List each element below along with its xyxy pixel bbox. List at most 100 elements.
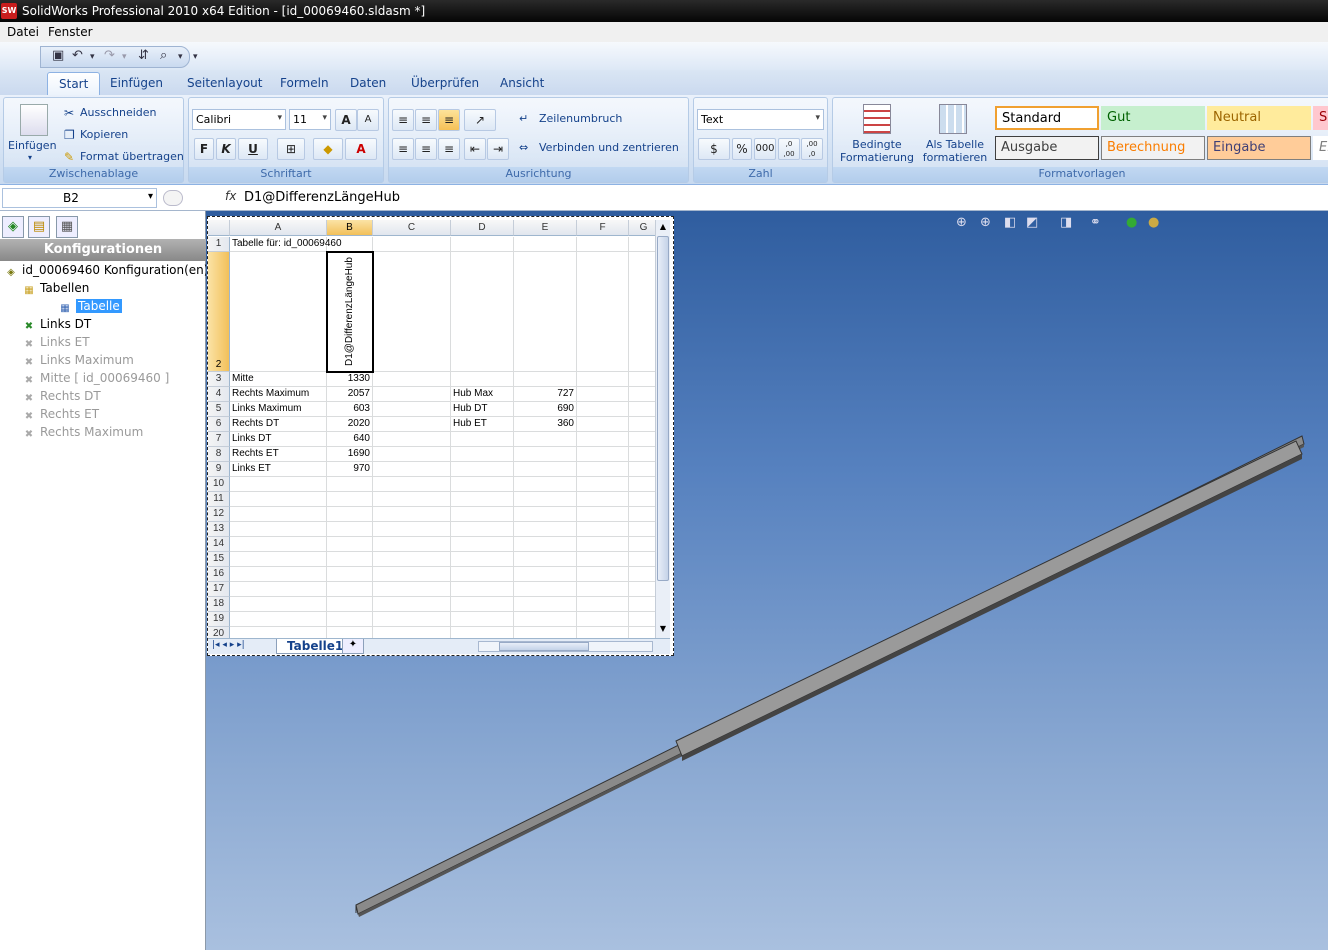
sheet-cell[interactable]: Tabelle für: id_00069460 [230, 237, 342, 252]
thousands-button[interactable]: 000 [754, 138, 776, 160]
tab-einfuegen[interactable]: Einfügen [110, 76, 163, 90]
decrease-decimal-button[interactable]: ,00 ,0 [801, 138, 823, 160]
tree-item[interactable]: ✖ Rechts ET [22, 407, 99, 423]
sheet-cell[interactable] [629, 372, 655, 387]
feature-manager-tab-icon[interactable]: ◈ [2, 216, 24, 238]
sheet-cell[interactable]: Rechts DT [230, 417, 327, 432]
column-header[interactable]: A [230, 220, 327, 236]
formula-input[interactable]: D1@DifferenzLängeHub [244, 190, 400, 205]
tab-start[interactable]: Start [47, 72, 101, 97]
scroll-up-icon[interactable]: ▲ [657, 222, 669, 232]
redo-dropdown-icon[interactable]: ▾ [122, 52, 127, 62]
sheet-cell[interactable] [373, 522, 451, 537]
sheet-cell[interactable] [373, 582, 451, 597]
row-header[interactable]: 4 [208, 387, 230, 402]
sheet-cell[interactable] [514, 492, 577, 507]
sheet-cell[interactable] [577, 372, 629, 387]
sort-icon[interactable]: ⇵ [138, 48, 149, 63]
sheet-cell[interactable] [629, 387, 655, 402]
style-berechnung[interactable]: Berechnung [1101, 136, 1205, 160]
paste-dropdown-icon[interactable]: ▾ [28, 153, 32, 162]
sheet-cell[interactable] [230, 252, 327, 372]
tab-ueberpruefen[interactable]: Überprüfen [411, 76, 479, 90]
row-header[interactable]: 19 [208, 612, 230, 627]
conditional-format-button[interactable]: Bedingte Formatierung [837, 138, 917, 164]
sheet-cell[interactable] [451, 522, 514, 537]
column-header[interactable]: D [451, 220, 514, 236]
horizontal-scroll-thumb[interactable] [499, 642, 589, 651]
fill-color-icon[interactable]: ◆ [313, 138, 343, 160]
sheet-cell[interactable] [451, 567, 514, 582]
tree-item[interactable]: ✖ Links ET [22, 335, 90, 351]
sheet-cell[interactable] [373, 567, 451, 582]
sheet-cell[interactable] [514, 237, 577, 252]
sheet-cell[interactable] [373, 597, 451, 612]
sheet-cell[interactable]: 640 [327, 432, 373, 447]
tree-item[interactable]: ▦ Tabelle [58, 299, 122, 315]
row-header[interactable]: 6 [208, 417, 230, 432]
redo-icon[interactable]: ↷ [104, 48, 115, 63]
tab-ansicht[interactable]: Ansicht [500, 76, 544, 90]
column-header[interactable]: G [629, 220, 655, 236]
align-middle-icon[interactable]: ≡ [415, 109, 437, 131]
font-name-select[interactable]: Calibri [192, 109, 286, 130]
row-header[interactable]: 16 [208, 567, 230, 582]
sheet-cell[interactable] [230, 567, 327, 582]
align-top-icon[interactable]: ≡ [392, 109, 414, 131]
increase-decimal-button[interactable]: ,0 ,00 [778, 138, 800, 160]
sheet-cell[interactable]: 2057 [327, 387, 373, 402]
embedded-spreadsheet[interactable]: A B C D E F G 1 Tabelle für: id_00069460 2 3 Mitte 1… [207, 216, 674, 656]
sheet-cell[interactable] [514, 552, 577, 567]
sheet-cell[interactable]: Links ET [230, 462, 327, 477]
sheet-cell[interactable] [629, 402, 655, 417]
sheet-cell[interactable] [451, 597, 514, 612]
copy-button[interactable]: Kopieren [80, 128, 128, 141]
sheet-cell[interactable] [514, 567, 577, 582]
grow-font-icon[interactable]: A [335, 109, 357, 131]
row-header[interactable]: 13 [208, 522, 230, 537]
sheet-cell[interactable]: Hub DT [451, 402, 514, 417]
property-manager-tab-icon[interactable]: ▤ [28, 216, 50, 238]
sheet-cell[interactable]: 2020 [327, 417, 373, 432]
sheet-cell[interactable] [230, 612, 327, 627]
align-center-icon[interactable]: ≡ [415, 138, 437, 160]
bold-button[interactable]: F [194, 138, 214, 160]
scroll-thumb[interactable] [657, 236, 669, 581]
sheet-cell[interactable] [451, 627, 514, 638]
sheet-cell[interactable] [373, 372, 451, 387]
sheet-cell[interactable] [514, 597, 577, 612]
tree-item[interactable]: ✖ Links Maximum [22, 353, 134, 369]
sheet-cell[interactable] [629, 237, 655, 252]
row-header[interactable]: 10 [208, 477, 230, 492]
sheet-cell[interactable] [327, 477, 373, 492]
sheet-cell[interactable] [577, 597, 629, 612]
sheet-cell[interactable]: Rechts ET [230, 447, 327, 462]
increase-indent-icon[interactable]: ⇥ [487, 138, 509, 160]
row-header[interactable]: 20 [208, 627, 230, 638]
row-header[interactable]: 3 [208, 372, 230, 387]
sheet-cell[interactable] [451, 372, 514, 387]
menu-datei[interactable]: Datei [7, 25, 39, 39]
sheet-cell[interactable] [373, 477, 451, 492]
sheet-cell[interactable] [230, 537, 327, 552]
customize-qat-icon[interactable]: ▾ [193, 52, 198, 62]
sheet-cell[interactable] [230, 507, 327, 522]
sheet-cell[interactable] [373, 627, 451, 638]
row-header[interactable]: 17 [208, 582, 230, 597]
style-erklaerend[interactable]: Er [1313, 136, 1328, 160]
sheet-cell[interactable] [451, 552, 514, 567]
style-neutral[interactable]: Neutral [1207, 106, 1311, 130]
paste-button[interactable]: Einfügen [8, 139, 57, 152]
sheet-cell[interactable] [373, 507, 451, 522]
style-schlecht[interactable]: Sc [1313, 106, 1328, 130]
sheet-cell[interactable] [230, 582, 327, 597]
sheet-cell[interactable] [327, 582, 373, 597]
sheet-cell[interactable] [629, 432, 655, 447]
tree-item[interactable]: ✖ Rechts Maximum [22, 425, 144, 441]
select-all-corner[interactable] [208, 220, 230, 236]
style-standard[interactable]: Standard [995, 106, 1099, 130]
sheet-cell[interactable] [514, 582, 577, 597]
sheet-cell[interactable] [230, 597, 327, 612]
fx-icon[interactable]: fx [225, 189, 236, 203]
sheet-cell[interactable] [514, 477, 577, 492]
